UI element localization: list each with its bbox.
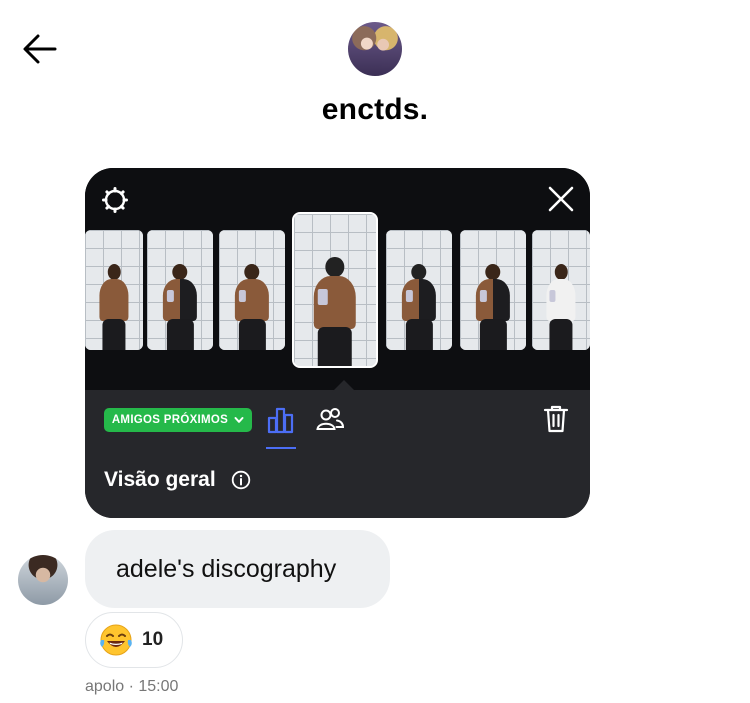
overview-title: Visão geral — [104, 468, 216, 491]
close-button[interactable] — [547, 185, 575, 213]
sender-avatar[interactable] — [18, 555, 68, 605]
story-thumbnail[interactable] — [532, 230, 590, 350]
info-icon — [231, 470, 251, 490]
laughing-tears-emoji-icon — [100, 624, 132, 656]
tab-stats[interactable] — [266, 406, 296, 434]
reaction-count: 10 — [142, 629, 164, 650]
tab-viewers[interactable] — [315, 406, 345, 434]
chevron-down-icon — [234, 417, 244, 423]
selected-thumbnail-pointer — [332, 380, 356, 392]
message-text: adele's discography — [116, 554, 337, 583]
username-title[interactable]: enctds. — [0, 93, 750, 127]
reaction-pill[interactable]: 10 — [85, 612, 183, 668]
active-tab-indicator — [266, 447, 296, 449]
message-bubble[interactable]: adele's discography — [85, 530, 390, 608]
message-timestamp: apolo · 15:00 — [85, 678, 179, 695]
story-thumbnail[interactable] — [460, 230, 526, 350]
trash-icon — [543, 405, 569, 433]
profile-avatar[interactable] — [348, 22, 402, 76]
story-thumbnail[interactable] — [85, 230, 143, 350]
back-button[interactable] — [22, 32, 58, 66]
settings-button[interactable] — [101, 186, 129, 214]
delete-story-button[interactable] — [543, 404, 569, 434]
gear-icon — [102, 187, 128, 213]
story-preview-card — [85, 168, 590, 518]
story-thumbnail-selected[interactable] — [292, 212, 378, 368]
audience-dropdown[interactable]: AMIGOS PRÓXIMOS — [104, 408, 252, 432]
story-thumbnail[interactable] — [147, 230, 213, 350]
stats-icon — [267, 407, 294, 434]
close-icon — [548, 186, 574, 212]
audience-label: AMIGOS PRÓXIMOS — [111, 414, 229, 426]
viewers-icon — [316, 408, 345, 430]
story-thumbnail[interactable] — [386, 230, 452, 350]
arrow-left-icon — [23, 34, 57, 64]
info-button[interactable] — [231, 470, 251, 490]
story-thumbnail[interactable] — [219, 230, 285, 350]
